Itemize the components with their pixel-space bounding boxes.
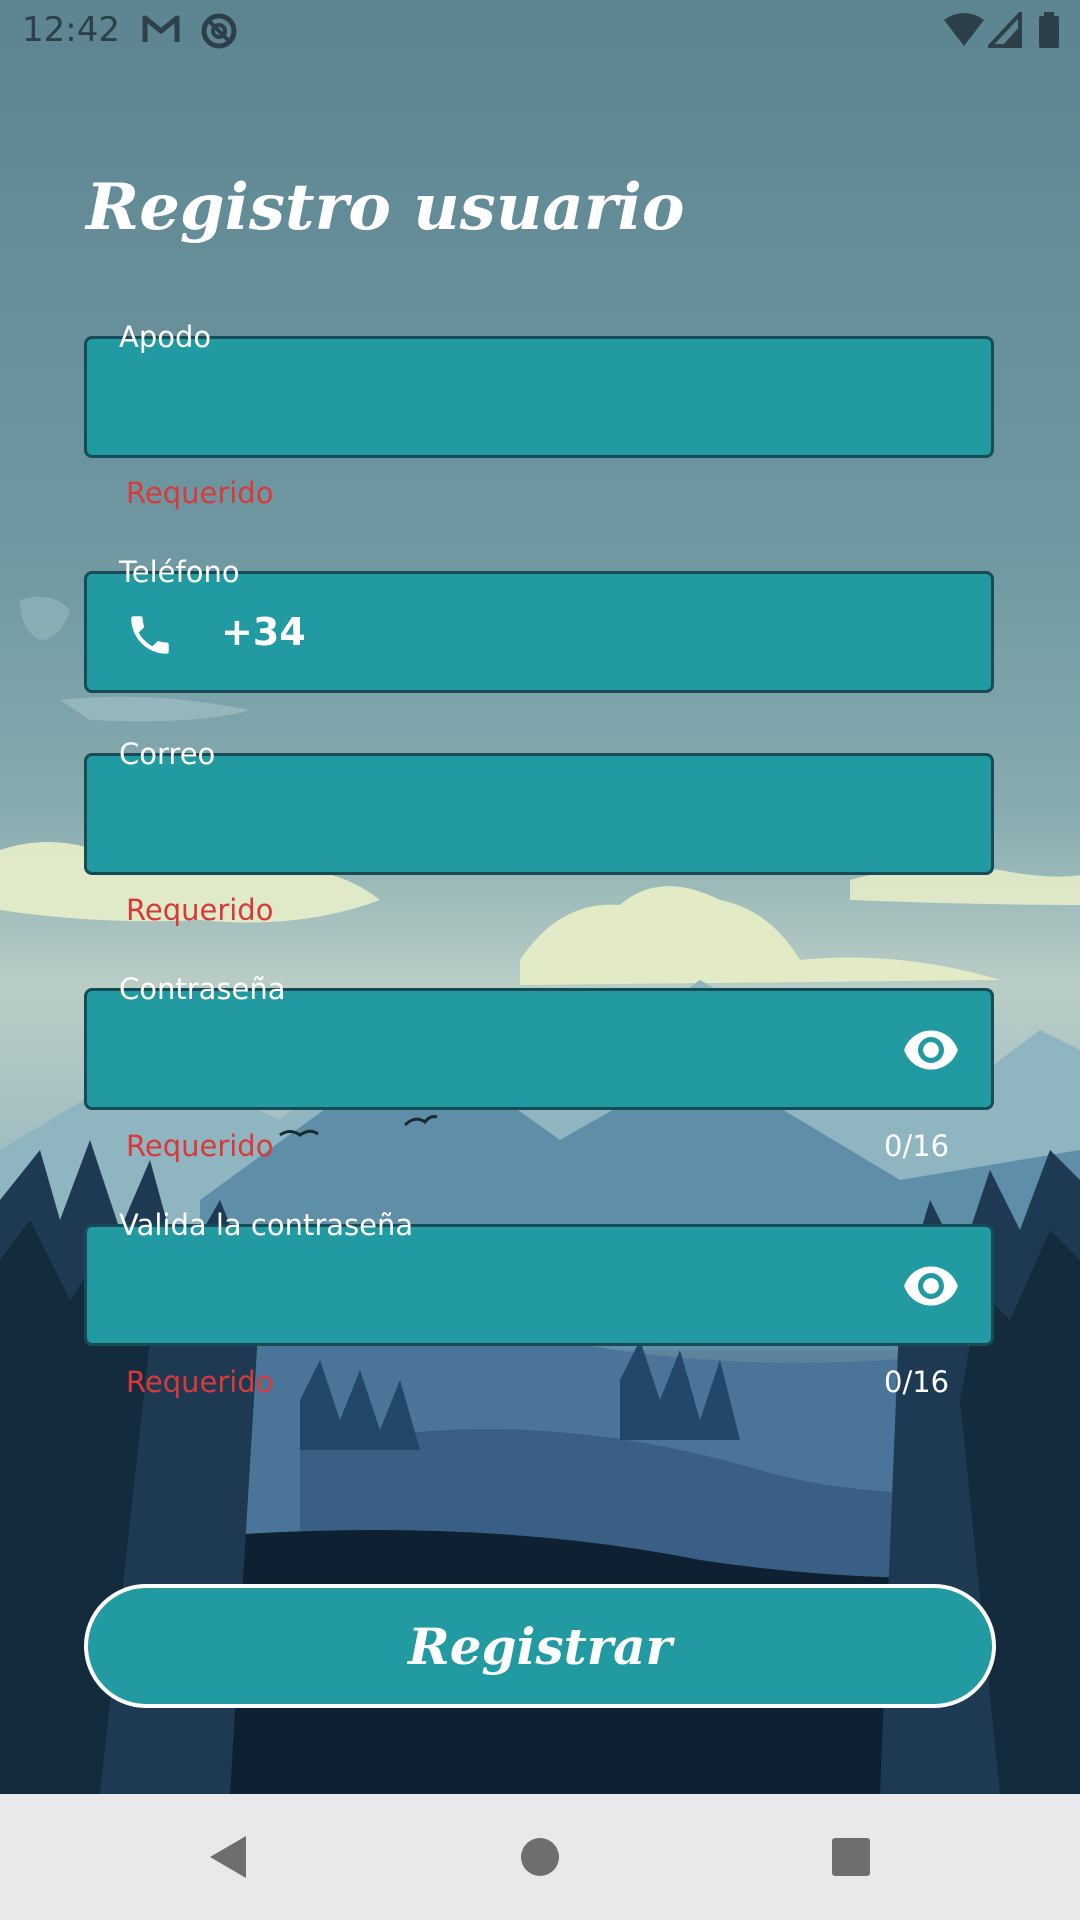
phone-prefix: +34 (221, 610, 306, 654)
contrasena-input[interactable] (117, 1025, 881, 1081)
recents-icon[interactable] (826, 1832, 876, 1882)
status-time: 12:42 (22, 10, 120, 50)
at-sign-icon (201, 13, 237, 49)
contrasena-error: Requerido (126, 1129, 274, 1163)
battery-icon (1039, 12, 1059, 48)
telefono-field[interactable]: Teléfono +34 (84, 555, 994, 693)
telefono-label: Teléfono (119, 555, 240, 589)
wifi-icon (944, 13, 984, 46)
status-bar: 12:42 (0, 0, 1080, 62)
eye-icon[interactable] (901, 1028, 961, 1072)
correo-input[interactable] (117, 790, 961, 846)
valida-contrasena-field[interactable]: Valida la contraseña (84, 1208, 994, 1346)
screen: 12:42 Registro usuario Apodo Requerido T… (0, 0, 1080, 1794)
valida-contrasena-label: Valida la contraseña (119, 1208, 414, 1242)
correo-error: Requerido (126, 893, 274, 927)
apodo-input[interactable] (117, 373, 961, 429)
nav-bar (0, 1794, 1080, 1920)
apodo-error: Requerido (126, 476, 274, 510)
signal-icon (988, 12, 1022, 48)
valida-contrasena-input[interactable] (117, 1261, 881, 1317)
apodo-label: Apodo (119, 320, 212, 354)
back-icon[interactable] (204, 1832, 254, 1882)
contrasena-field[interactable]: Contraseña (84, 972, 994, 1110)
register-button[interactable]: Registrar (84, 1584, 996, 1708)
correo-label: Correo (119, 737, 216, 771)
phone-icon (131, 616, 169, 654)
contrasena-label: Contraseña (119, 972, 286, 1006)
valida-contrasena-counter: 0/16 (884, 1365, 950, 1399)
correo-field[interactable]: Correo (84, 737, 994, 875)
page-title: Registro usuario (86, 170, 685, 245)
home-icon[interactable] (515, 1832, 565, 1882)
eye-icon[interactable] (901, 1264, 961, 1308)
apodo-field[interactable]: Apodo (84, 320, 994, 458)
contrasena-counter: 0/16 (884, 1129, 950, 1163)
valida-contrasena-error: Requerido (126, 1365, 274, 1399)
gmail-icon (142, 15, 180, 42)
